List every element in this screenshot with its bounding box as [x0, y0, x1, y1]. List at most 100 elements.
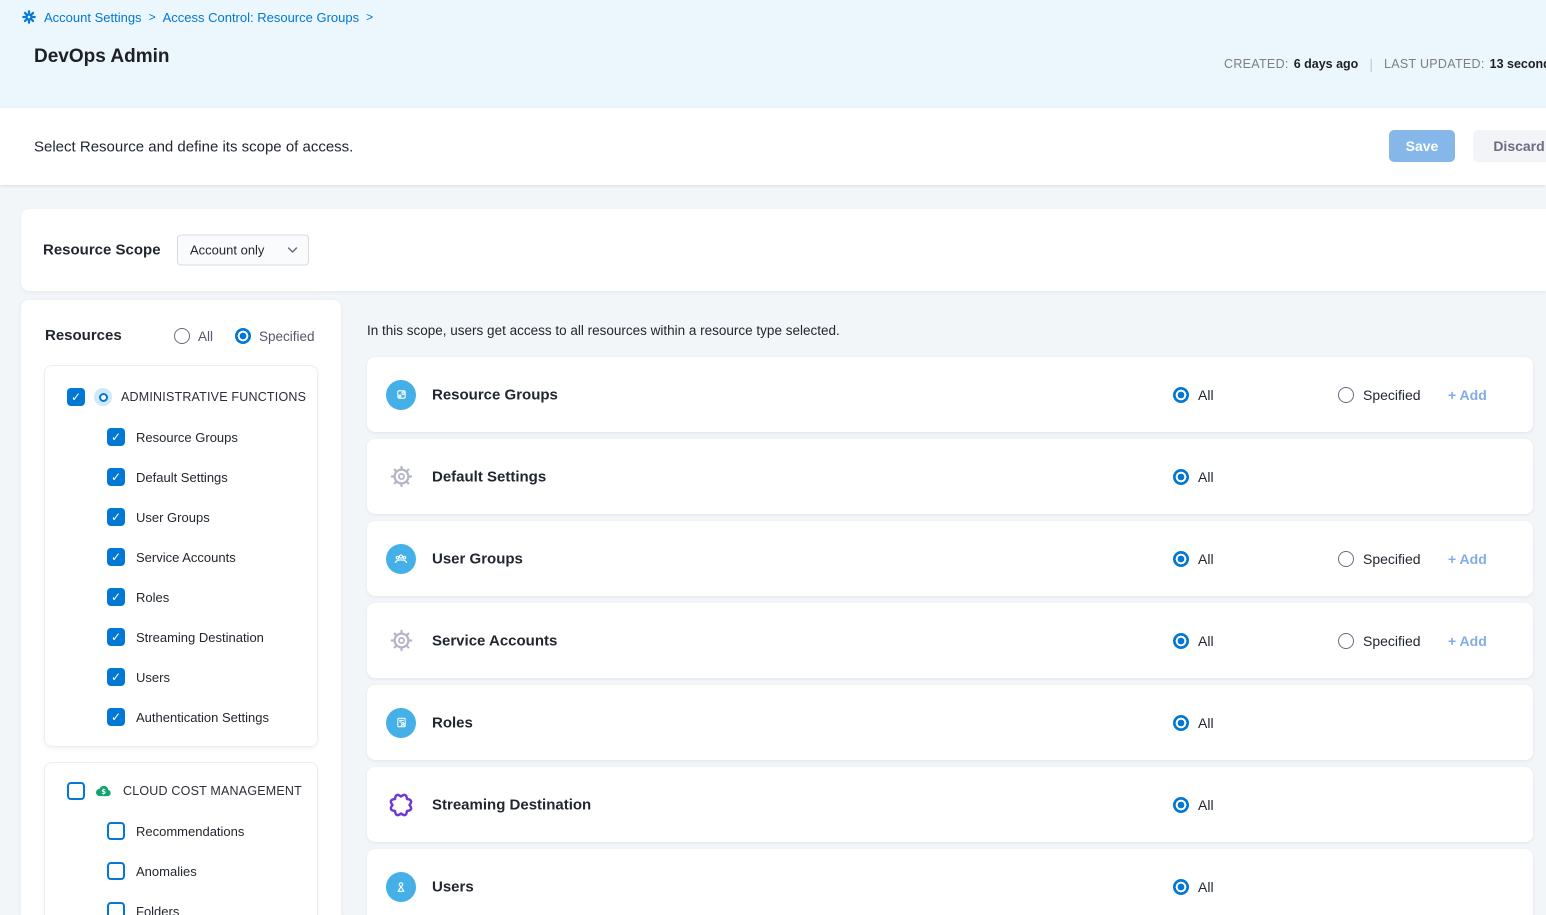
tree-item-recommendations[interactable]: Recommendations — [45, 811, 317, 851]
created-label: CREATED: — [1224, 57, 1289, 71]
tree-item-service-accounts[interactable]: Service Accounts — [45, 537, 317, 577]
radio-all-label: All — [1198, 715, 1214, 731]
row-label: Streaming Destination — [432, 796, 591, 813]
radio-icon — [174, 328, 190, 344]
radio-all-label: All — [1198, 551, 1214, 567]
row-label: Resource Groups — [432, 386, 558, 403]
checkbox-checked[interactable] — [107, 508, 125, 526]
resource-groups-icon — [386, 380, 416, 410]
resource-scope-dropdown[interactable]: Account only — [177, 235, 309, 266]
resource-scope-label: Resource Scope — [43, 242, 161, 259]
tree-item-label: Service Accounts — [136, 550, 236, 565]
tree-item-label: Folders — [136, 904, 179, 915]
row-label: Service Accounts — [432, 632, 557, 649]
breadcrumb: Account Settings > Access Control: Resou… — [21, 9, 373, 25]
tree-item-authentication-settings[interactable]: Authentication Settings — [45, 697, 317, 737]
user-groups-icon — [386, 544, 416, 574]
checkbox-checked[interactable] — [67, 388, 85, 406]
checkbox-unchecked[interactable] — [107, 822, 125, 840]
breadcrumb-access-control[interactable]: Access Control: Resource Groups — [163, 10, 360, 25]
row-radio-all[interactable]: All — [1173, 797, 1214, 813]
radio-specified-label: Specified — [259, 329, 315, 344]
add-button[interactable]: + Add — [1448, 387, 1487, 403]
radio-specified-label: Specified — [1363, 633, 1421, 649]
resources-radio-all[interactable]: All — [174, 328, 213, 344]
tree-item-label: Streaming Destination — [136, 630, 264, 645]
group-cloud-cost-management[interactable]: $ CLOUD COST MANAGEMENT — [45, 771, 317, 811]
checkbox-checked[interactable] — [107, 628, 125, 646]
radio-all-label: All — [198, 329, 213, 344]
resource-row-default-settings: Default Settings All — [367, 439, 1533, 514]
resources-radio-specified[interactable]: Specified — [235, 328, 315, 344]
row-radio-all[interactable]: All — [1173, 469, 1214, 485]
checkbox-checked[interactable] — [107, 548, 125, 566]
radio-icon — [1173, 551, 1189, 567]
admin-functions-card: ADMINISTRATIVE FUNCTIONS Resource Groups… — [44, 365, 318, 747]
streaming-destination-icon — [386, 790, 416, 820]
gear-icon — [21, 9, 37, 25]
radio-specified-label: Specified — [1363, 551, 1421, 567]
row-label: User Groups — [432, 550, 523, 567]
tree-item-default-settings[interactable]: Default Settings — [45, 457, 317, 497]
row-label: Roles — [432, 714, 473, 731]
row-radio-all[interactable]: All — [1173, 387, 1214, 403]
radio-icon — [1173, 387, 1189, 403]
resource-row-users: Users All — [367, 849, 1533, 915]
row-radio-specified[interactable]: Specified — [1338, 633, 1421, 649]
group-label: CLOUD COST MANAGEMENT — [123, 784, 302, 798]
admin-functions-icon — [94, 388, 112, 406]
add-button[interactable]: + Add — [1448, 551, 1487, 567]
created-value: 6 days ago — [1294, 57, 1359, 71]
checkbox-checked[interactable] — [107, 428, 125, 446]
checkbox-checked[interactable] — [107, 668, 125, 686]
scope-description: In this scope, users get access to all r… — [367, 323, 840, 338]
radio-icon — [1173, 469, 1189, 485]
tree-item-label: Authentication Settings — [136, 710, 269, 725]
resource-row-service-accounts: Service Accounts All Specified + Add — [367, 603, 1533, 678]
radio-icon — [1338, 633, 1354, 649]
row-label: Users — [432, 878, 474, 895]
radio-icon — [1338, 387, 1354, 403]
checkbox-unchecked[interactable] — [107, 902, 125, 915]
radio-icon — [1173, 797, 1189, 813]
discard-button[interactable]: Discard — [1473, 130, 1546, 162]
last-updated-label: LAST UPDATED: — [1384, 57, 1485, 71]
resource-row-user-groups: User Groups All Specified + Add — [367, 521, 1533, 596]
resources-title: Resources — [45, 327, 122, 344]
save-button[interactable]: Save — [1389, 130, 1455, 162]
add-button[interactable]: + Add — [1448, 633, 1487, 649]
row-radio-all[interactable]: All — [1173, 633, 1214, 649]
radio-icon — [1173, 715, 1189, 731]
tree-item-label: Resource Groups — [136, 430, 238, 445]
row-radio-all[interactable]: All — [1173, 879, 1214, 895]
tree-item-resource-groups[interactable]: Resource Groups — [45, 417, 317, 457]
breadcrumb-separator: > — [149, 10, 156, 24]
last-updated-value: 13 seconds ago — [1490, 57, 1546, 71]
row-radio-all[interactable]: All — [1173, 551, 1214, 567]
row-radio-all[interactable]: All — [1173, 715, 1214, 731]
checkbox-unchecked[interactable] — [67, 782, 85, 800]
checkbox-unchecked[interactable] — [107, 862, 125, 880]
tree-item-roles[interactable]: Roles — [45, 577, 317, 617]
tree-item-label: Recommendations — [136, 824, 244, 839]
tree-item-streaming-destination[interactable]: Streaming Destination — [45, 617, 317, 657]
checkbox-checked[interactable] — [107, 468, 125, 486]
resources-panel: Resources All Specified ADMINISTRATIVE F… — [21, 300, 341, 915]
roles-icon — [386, 708, 416, 738]
radio-all-label: All — [1198, 469, 1214, 485]
radio-icon — [1173, 879, 1189, 895]
breadcrumb-account-settings[interactable]: Account Settings — [44, 10, 142, 25]
row-radio-specified[interactable]: Specified — [1338, 387, 1421, 403]
checkbox-checked[interactable] — [107, 708, 125, 726]
radio-all-label: All — [1198, 797, 1214, 813]
checkbox-checked[interactable] — [107, 588, 125, 606]
page-title: DevOps Admin — [34, 46, 170, 68]
group-administrative-functions[interactable]: ADMINISTRATIVE FUNCTIONS — [45, 377, 317, 417]
radio-all-label: All — [1198, 633, 1214, 649]
tree-item-anomalies[interactable]: Anomalies — [45, 851, 317, 891]
row-radio-specified[interactable]: Specified — [1338, 551, 1421, 567]
tree-item-folders[interactable]: Folders — [45, 891, 317, 915]
tree-item-users[interactable]: Users — [45, 657, 317, 697]
tree-item-user-groups[interactable]: User Groups — [45, 497, 317, 537]
radio-icon — [1338, 551, 1354, 567]
